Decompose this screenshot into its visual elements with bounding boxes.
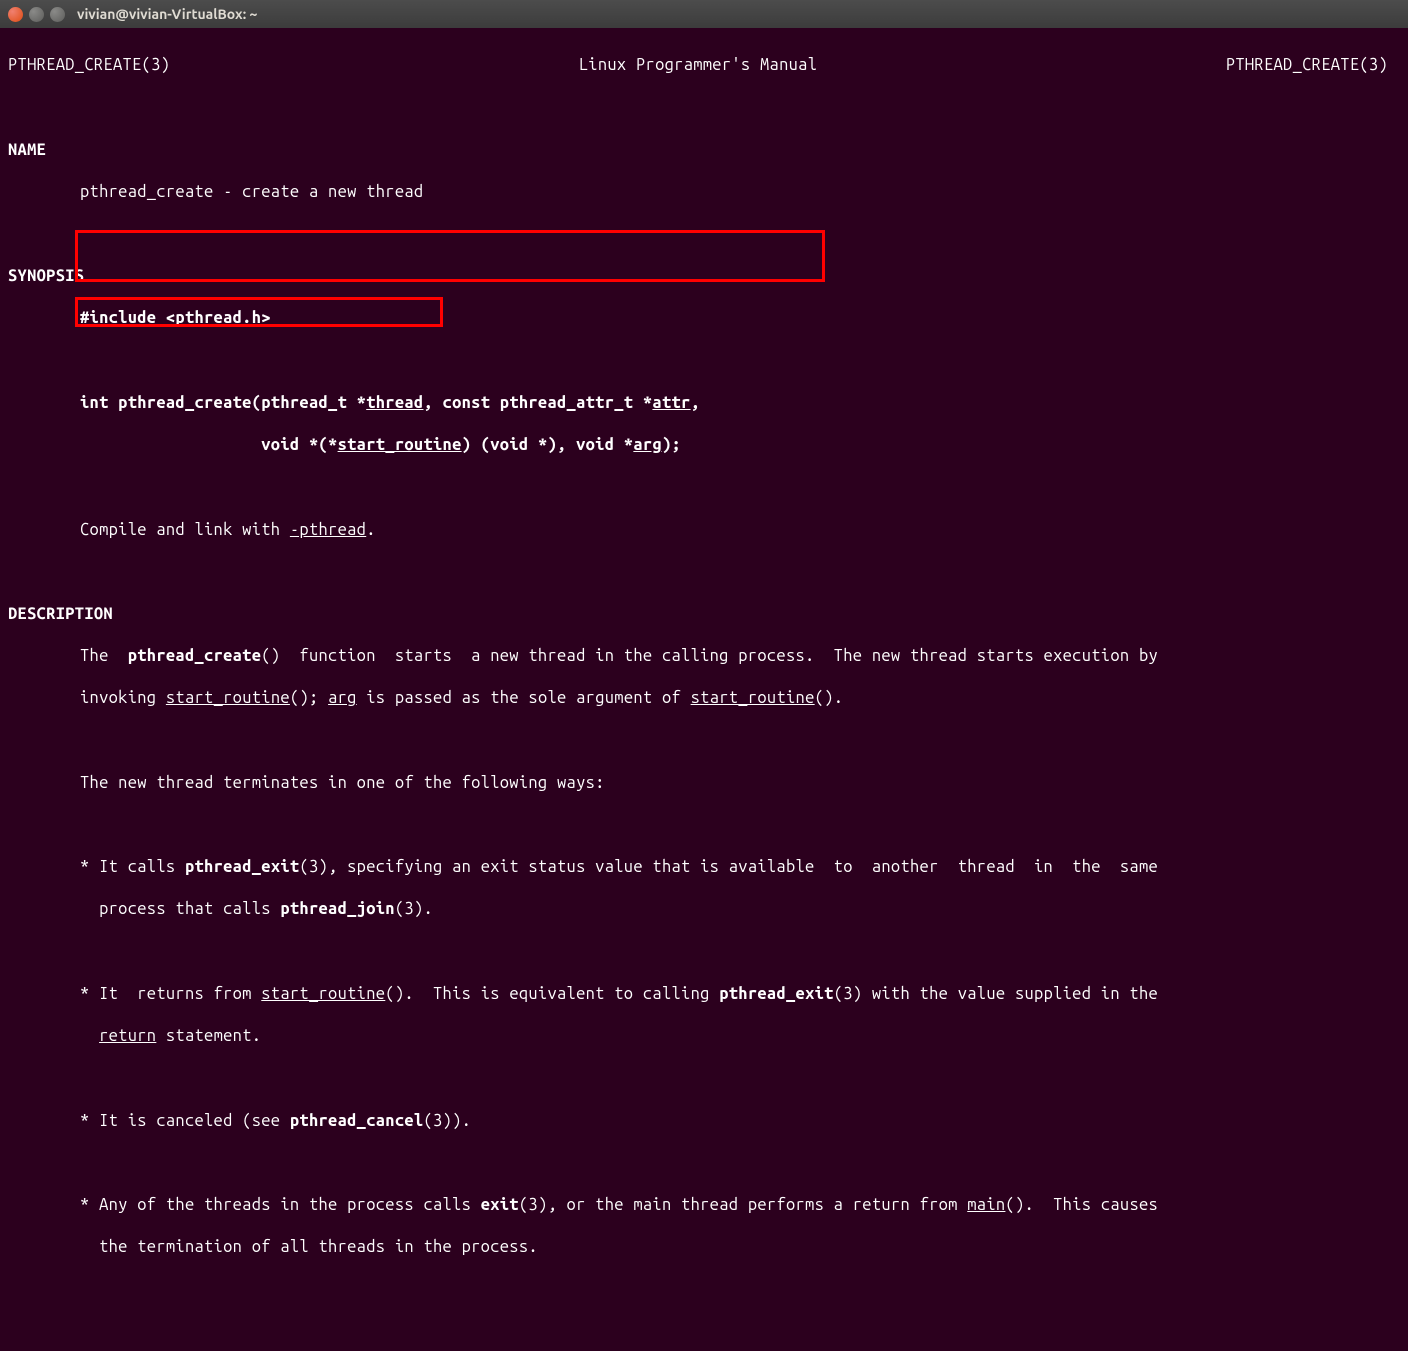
terminal-content[interactable]: PTHREAD_CREATE(3) Linux Programmer's Manu… (0, 28, 1408, 1351)
prototype-line-2: void *(*start_routine) (void *), void *a… (80, 435, 1400, 456)
bullet-3: * It is canceled (see pthread_cancel(3))… (80, 1111, 1400, 1132)
close-icon[interactable] (8, 7, 23, 22)
minimize-icon[interactable] (29, 7, 44, 22)
bullet-1-line-1: * It calls pthread_exit(3), specifying a… (80, 857, 1400, 878)
desc-line-1: The pthread_create() function starts a n… (80, 646, 1400, 667)
name-line: pthread_create - create a new thread (80, 182, 1400, 203)
window-controls (8, 7, 65, 22)
man-header: PTHREAD_CREATE(3) Linux Programmer's Manu… (8, 55, 1388, 76)
terminate-intro: The new thread terminates in one of the … (80, 773, 1400, 794)
window-title: vivian@vivian-VirtualBox: ~ (77, 6, 257, 22)
bullet-1-line-2: process that calls pthread_join(3). (80, 899, 1400, 920)
window-titlebar: vivian@vivian-VirtualBox: ~ (0, 0, 1408, 28)
section-name-heading: NAME (8, 140, 1400, 161)
bullet-2-line-2: return statement. (80, 1026, 1400, 1047)
man-header-left: PTHREAD_CREATE(3) (8, 55, 170, 76)
bullet-4-line-2: the termination of all threads in the pr… (80, 1237, 1400, 1258)
man-header-center: Linux Programmer's Manual (579, 55, 818, 76)
section-description-heading: DESCRIPTION (8, 604, 1400, 625)
include-line: #include <pthread.h> (80, 308, 1400, 329)
prototype-line-1: int pthread_create(pthread_t *thread, co… (80, 393, 1400, 414)
section-synopsis-heading: SYNOPSIS (8, 266, 1400, 287)
man-header-right: PTHREAD_CREATE(3) (1226, 55, 1388, 76)
bullet-2-line-1: * It returns from start_routine(). This … (80, 984, 1400, 1005)
bullet-4-line-1: * Any of the threads in the process call… (80, 1195, 1400, 1216)
maximize-icon[interactable] (50, 7, 65, 22)
compile-line: Compile and link with -pthread. (80, 520, 1400, 541)
desc-line-2: invoking start_routine(); arg is passed … (80, 688, 1400, 709)
